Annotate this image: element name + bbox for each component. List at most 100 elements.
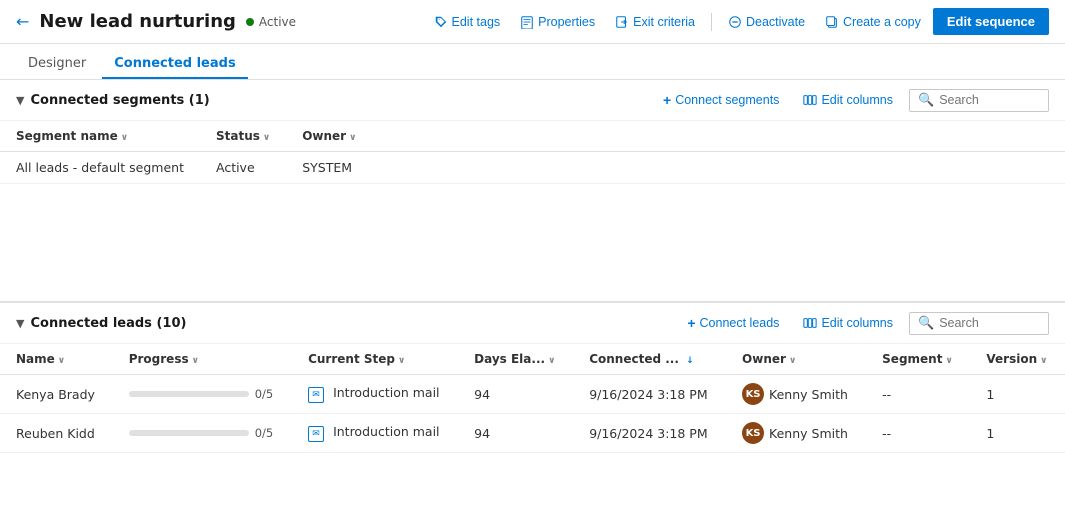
lead-step-cell-1: ✉ Introduction mail	[292, 414, 458, 453]
segments-search-icon: 🔍	[918, 93, 934, 108]
lead-segment-cell-1: --	[866, 414, 970, 453]
tab-connected-leads[interactable]: Connected leads	[102, 50, 247, 79]
progress-bar-bg	[129, 391, 249, 397]
exit-criteria-button[interactable]: Exit criteria	[607, 11, 703, 33]
col-lead-connected[interactable]: Connected ... ↓	[573, 344, 726, 375]
plus-icon-leads: +	[687, 315, 695, 331]
avatar-0: KS	[742, 383, 764, 405]
step-icon-1: ✉	[308, 426, 324, 442]
connect-leads-label: Connect leads	[700, 316, 780, 330]
progress-bar-wrap-1: 0/5	[129, 426, 276, 440]
edit-columns-leads-label: Edit columns	[821, 316, 893, 330]
leads-table-area: Name∨ Progress∨ Current Step∨ Days Ela..…	[0, 344, 1065, 453]
edit-columns-segments-label: Edit columns	[821, 93, 893, 107]
progress-label-1: 0/5	[255, 426, 274, 440]
lead-version-cell-1: 1	[970, 414, 1065, 453]
col-lead-progress[interactable]: Progress∨	[113, 344, 292, 375]
leads-title: ▼ Connected leads (10)	[16, 316, 186, 331]
table-row: Reuben Kidd 0/5 ✉ Introduction mai	[0, 414, 1065, 453]
edit-tags-button[interactable]: Edit tags	[426, 11, 509, 33]
main-content: ▼ Connected segments (1) + Connect segme…	[0, 80, 1065, 516]
lead-step-cell-0: ✉ Introduction mail	[292, 375, 458, 414]
segment-status-cell: Active	[200, 152, 286, 184]
lead-days-cell-1: 94	[458, 414, 573, 453]
properties-button[interactable]: Properties	[512, 11, 603, 33]
deactivate-button[interactable]: Deactivate	[720, 11, 813, 33]
page-title: New lead nurturing	[39, 11, 236, 32]
header-actions: Edit tags Properties Exit criteria Deact…	[426, 8, 1049, 35]
lead-name-cell-1: Reuben Kidd	[0, 414, 113, 453]
leads-chevron[interactable]: ▼	[16, 317, 24, 330]
tabs-bar: Designer Connected leads	[0, 44, 1065, 80]
lead-version-cell-0: 1	[970, 375, 1065, 414]
segments-title-text: Connected segments (1)	[30, 93, 209, 108]
properties-label: Properties	[538, 15, 595, 29]
segment-extra-cell	[372, 152, 1065, 184]
col-segment-name[interactable]: Segment name∨	[0, 121, 200, 152]
col-lead-days[interactable]: Days Ela...∨	[458, 344, 573, 375]
segments-table: Segment name∨ Status∨ Owner∨ All leads -…	[0, 121, 1065, 184]
col-lead-name[interactable]: Name∨	[0, 344, 113, 375]
connect-segments-label: Connect segments	[675, 93, 779, 107]
lead-connected-cell-1: 9/16/2024 3:18 PM	[573, 414, 726, 453]
edit-tags-label: Edit tags	[452, 15, 501, 29]
col-segment-extra	[372, 121, 1065, 152]
create-copy-label: Create a copy	[843, 15, 921, 29]
lead-progress-cell-1: 0/5	[113, 414, 292, 453]
step-icon-0: ✉	[308, 387, 324, 403]
progress-bar-wrap: 0/5	[129, 387, 276, 401]
segments-chevron[interactable]: ▼	[16, 94, 24, 107]
col-lead-step[interactable]: Current Step∨	[292, 344, 458, 375]
leads-table: Name∨ Progress∨ Current Step∨ Days Ela..…	[0, 344, 1065, 453]
plus-icon: +	[663, 92, 671, 108]
col-lead-version[interactable]: Version∨	[970, 344, 1065, 375]
leads-actions: + Connect leads Edit columns 🔍	[679, 311, 1049, 335]
col-lead-segment[interactable]: Segment∨	[866, 344, 970, 375]
progress-bar-bg-1	[129, 430, 249, 436]
tab-designer[interactable]: Designer	[16, 50, 98, 79]
divider	[711, 13, 712, 31]
table-row: Kenya Brady 0/5 ✉ Introduction mai	[0, 375, 1065, 414]
edit-sequence-button[interactable]: Edit sequence	[933, 8, 1049, 35]
top-header: ← New lead nurturing Active Edit tags Pr…	[0, 0, 1065, 44]
segments-title: ▼ Connected segments (1)	[16, 93, 210, 108]
progress-label-0: 0/5	[255, 387, 274, 401]
lead-segment-cell-0: --	[866, 375, 970, 414]
edit-columns-leads-button[interactable]: Edit columns	[795, 312, 901, 334]
status-dot	[246, 18, 254, 26]
lead-step-text-0: Introduction mail	[333, 385, 439, 400]
deactivate-label: Deactivate	[746, 15, 805, 29]
lead-connected-cell-0: 9/16/2024 3:18 PM	[573, 375, 726, 414]
owner-name-1: Kenny Smith	[769, 426, 848, 441]
segments-section: ▼ Connected segments (1) + Connect segme…	[0, 80, 1065, 303]
owner-cell-0: KS Kenny Smith	[742, 383, 850, 405]
lead-owner-cell-1: KS Kenny Smith	[726, 414, 866, 453]
lead-name-cell-0: Kenya Brady	[0, 375, 113, 414]
connect-segments-button[interactable]: + Connect segments	[655, 88, 787, 112]
back-button[interactable]: ←	[16, 12, 29, 31]
segment-owner-cell: SYSTEM	[286, 152, 372, 184]
segments-search-box: 🔍	[909, 89, 1049, 112]
connect-leads-button[interactable]: + Connect leads	[679, 311, 787, 335]
edit-columns-segments-button[interactable]: Edit columns	[795, 89, 901, 111]
leads-title-text: Connected leads (10)	[30, 316, 186, 331]
segments-actions: + Connect segments Edit columns 🔍	[655, 88, 1049, 112]
segments-search-input[interactable]	[939, 93, 1040, 107]
lead-owner-cell-0: KS Kenny Smith	[726, 375, 866, 414]
segments-table-area: Segment name∨ Status∨ Owner∨ All leads -…	[0, 121, 1065, 301]
leads-search-box: 🔍	[909, 312, 1049, 335]
table-row: All leads - default segment Active SYSTE…	[0, 152, 1065, 184]
col-lead-owner[interactable]: Owner∨	[726, 344, 866, 375]
lead-step-text-1: Introduction mail	[333, 424, 439, 439]
leads-section-header: ▼ Connected leads (10) + Connect leads E…	[0, 303, 1065, 344]
create-copy-button[interactable]: Create a copy	[817, 11, 929, 33]
avatar-1: KS	[742, 422, 764, 444]
lead-progress-cell-0: 0/5	[113, 375, 292, 414]
leads-search-input[interactable]	[939, 316, 1040, 330]
col-segment-status[interactable]: Status∨	[200, 121, 286, 152]
lead-days-cell-0: 94	[458, 375, 573, 414]
segment-name-cell: All leads - default segment	[0, 152, 200, 184]
segments-section-header: ▼ Connected segments (1) + Connect segme…	[0, 80, 1065, 121]
col-segment-owner[interactable]: Owner∨	[286, 121, 372, 152]
owner-cell-1: KS Kenny Smith	[742, 422, 850, 444]
